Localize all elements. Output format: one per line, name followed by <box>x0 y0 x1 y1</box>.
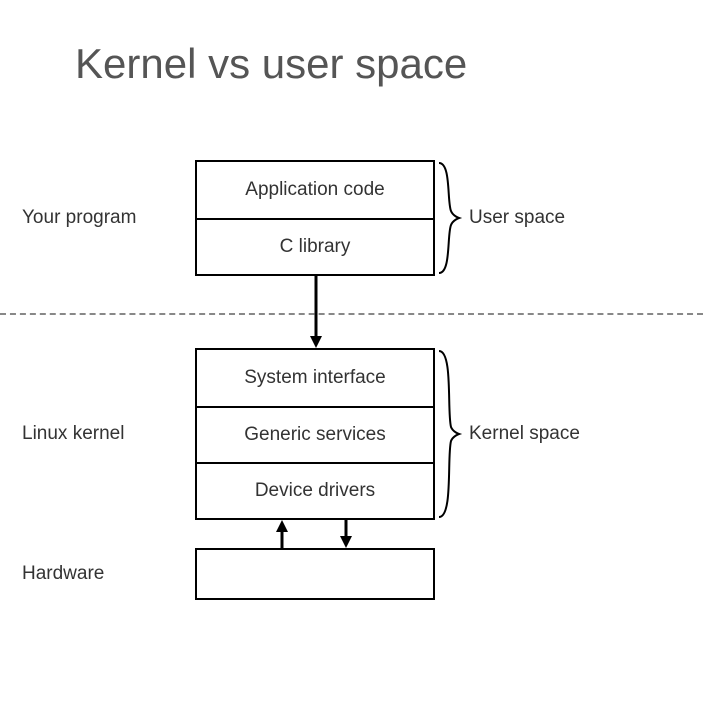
arrow-down-icon <box>309 276 323 348</box>
box-hardware <box>195 548 435 600</box>
arrow-gap-2 <box>195 520 435 548</box>
user-box-group: Application code C library <box>195 160 435 276</box>
user-space-brace-wrap: User space <box>435 161 703 275</box>
label-linux-kernel: Linux kernel <box>0 423 195 445</box>
box-generic-services: Generic services <box>197 406 433 462</box>
hardware-column <box>195 548 435 600</box>
arrow-container-2 <box>195 520 435 548</box>
kernel-stack-column: System interface Generic services Device… <box>195 348 435 520</box>
arrow-gap <box>195 276 435 348</box>
diagram-title: Kernel vs user space <box>75 40 467 88</box>
box-device-drivers: Device drivers <box>197 462 433 518</box>
hardware-section: Hardware <box>0 548 703 600</box>
kernel-space-brace-wrap: Kernel space <box>435 349 703 519</box>
brace-icon <box>437 161 463 275</box>
label-hardware: Hardware <box>0 563 195 585</box>
brace-icon <box>437 349 463 519</box>
box-system-interface: System interface <box>197 350 433 406</box>
box-application-code: Application code <box>197 162 433 218</box>
label-your-program: Your program <box>0 207 195 229</box>
arrow-up-icon <box>275 520 289 548</box>
user-space-section: Your program Application code C library … <box>0 160 703 276</box>
arrow-row-user-to-kernel <box>0 276 703 348</box>
space-divider-line <box>0 313 703 315</box>
user-stack-column: Application code C library <box>195 160 435 276</box>
label-user-space: User space <box>469 207 565 229</box>
arrow-container <box>195 276 435 348</box>
arrow-down-icon <box>339 520 353 548</box>
diagram-container: Your program Application code C library … <box>0 160 703 600</box>
arrow-row-kernel-hw <box>0 520 703 548</box>
box-c-library: C library <box>197 218 433 274</box>
kernel-box-group: System interface Generic services Device… <box>195 348 435 520</box>
kernel-space-section: Linux kernel System interface Generic se… <box>0 348 703 520</box>
label-kernel-space: Kernel space <box>469 423 580 445</box>
